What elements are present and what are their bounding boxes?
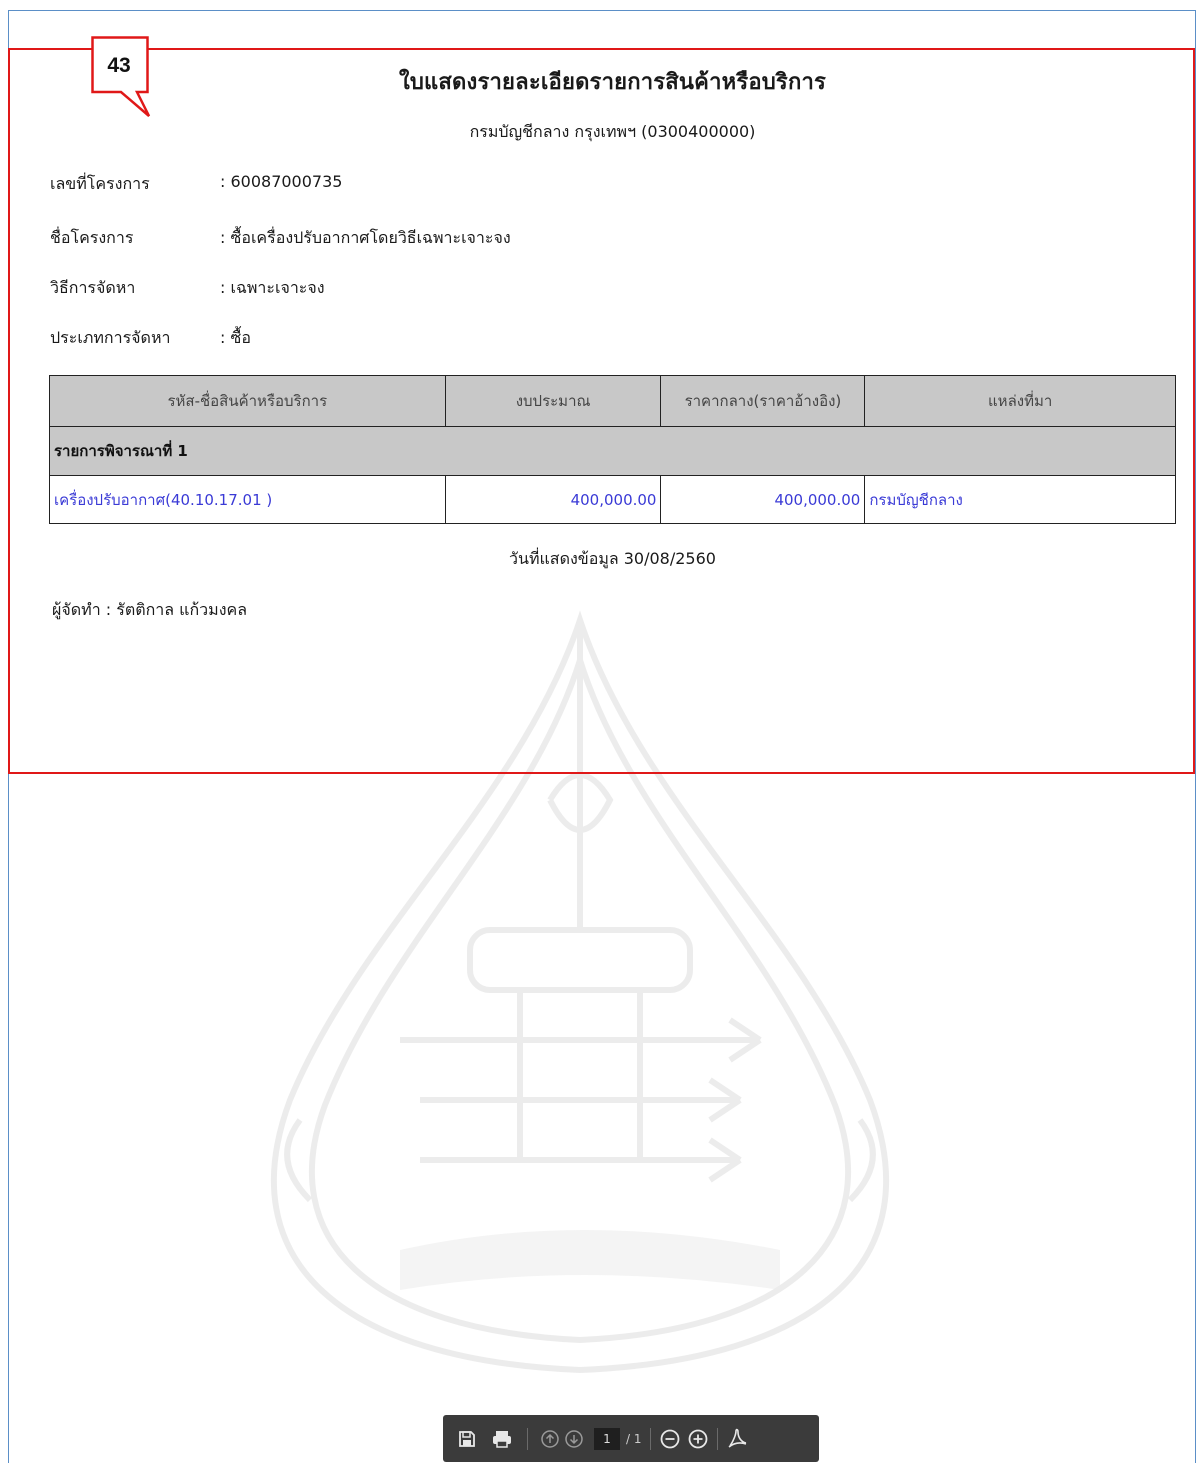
pdf-toolbar: 1 / 1 (443, 1415, 819, 1462)
save-icon (459, 1430, 475, 1447)
page-number-input[interactable]: 1 (594, 1427, 620, 1450)
procurement-method-label: วิธีการจัดหา (50, 278, 136, 297)
table-row: เครื่องปรับอากาศ(40.10.17.01 ) 400,000.0… (49, 475, 1176, 524)
previous-page-button[interactable] (540, 1415, 560, 1462)
item-name-link[interactable]: เครื่องปรับอากาศ(40.10.17.01 ) (49, 475, 446, 524)
items-table: รหัส-ชื่อสินค้าหรือบริการ งบประมาณ ราคาก… (49, 375, 1176, 524)
open-in-acrobat-button[interactable] (726, 1415, 748, 1462)
zoom-in-button[interactable] (687, 1415, 709, 1462)
column-header-budget: งบประมาณ (444, 375, 662, 427)
creator-line: ผู้จัดทำ : รัตติกาล แก้วมงคล (52, 600, 248, 619)
zoom-out-icon (660, 1429, 679, 1448)
group-label: รายการพิจารณาที่ 1 (49, 426, 1176, 476)
zoom-out-button[interactable] (659, 1415, 681, 1462)
toolbar-separator (716, 1427, 718, 1450)
toolbar-separator (527, 1427, 528, 1450)
zoom-in-icon (688, 1429, 707, 1448)
column-header-source: แหล่งที่มา (864, 375, 1176, 427)
print-icon (493, 1430, 511, 1448)
column-header-item: รหัส-ชื่อสินค้าหรือบริการ (49, 375, 446, 427)
toolbar-separator (649, 1427, 651, 1450)
reference-price-value: 400,000.00 (660, 475, 866, 524)
page-total: / 1 (626, 1431, 642, 1446)
table-header-row: รหัส-ชื่อสินค้าหรือบริการ งบประมาณ ราคาก… (49, 375, 1176, 427)
document-title: ใบแสดงรายละเอียดรายการสินค้าหรือบริการ (398, 70, 827, 95)
print-button[interactable] (491, 1415, 513, 1462)
previous-page-icon (541, 1429, 559, 1448)
next-page-button[interactable] (564, 1415, 584, 1462)
procurement-method-value: : เฉพาะเจาะจง (220, 278, 325, 297)
project-number-value: : 60087000735 (220, 172, 343, 191)
project-number-label: เลขที่โครงการ (50, 174, 150, 193)
save-button[interactable] (457, 1415, 477, 1462)
procurement-type-value: : ซื้อ (220, 328, 251, 347)
project-name-value: : ซื้อเครื่องปรับอากาศโดยวิธีเฉพาะเจาะจง (220, 228, 511, 247)
column-header-reference-price: ราคากลาง(ราคาอ้างอิง) (660, 375, 866, 427)
document-subtitle: กรมบัญชีกลาง กรุงเทพฯ (0300400000) (469, 122, 756, 141)
display-date: วันที่แสดงข้อมูล 30/08/2560 (509, 549, 716, 568)
procurement-type-label: ประเภทการจัดหา (50, 328, 171, 347)
next-page-icon (565, 1429, 583, 1448)
project-name-label: ชื่อโครงการ (50, 228, 134, 247)
source-value: กรมบัญชีกลาง (864, 475, 1176, 524)
budget-value: 400,000.00 (444, 475, 662, 524)
table-group-row: รายการพิจารณาที่ 1 (49, 426, 1176, 476)
acrobat-icon (728, 1428, 746, 1448)
